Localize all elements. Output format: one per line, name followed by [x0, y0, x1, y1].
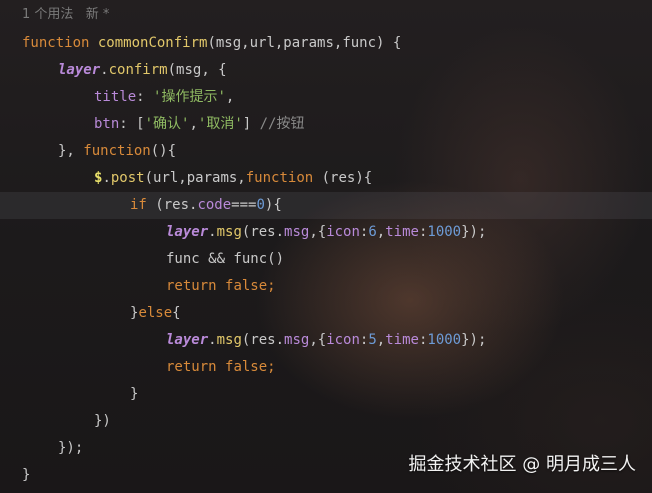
code-line-10: return false; — [166, 273, 276, 300]
code-line-13: return false; — [166, 354, 276, 381]
prop-time: time — [385, 332, 419, 348]
method-msg: msg — [216, 332, 242, 348]
keyword-function: function — [83, 143, 151, 159]
keyword-false: false — [225, 359, 268, 375]
args: (res. — [241, 332, 285, 348]
number: 5 — [368, 332, 377, 348]
dot: . — [208, 224, 217, 240]
statement: func && func() — [166, 251, 285, 267]
brace: }) — [94, 413, 111, 429]
paren: ){ — [264, 197, 282, 213]
layer-object: layer — [58, 62, 101, 78]
brace: } — [130, 386, 139, 402]
code-line-4: btn: ['确认','取消'] //按钮 — [94, 111, 304, 138]
keyword-return: return — [166, 359, 217, 375]
layer-object: layer — [166, 332, 209, 348]
brace: } — [22, 467, 31, 483]
code-line-14: } — [130, 381, 138, 408]
code-editor[interactable]: 1 个用法 新 * function commonConfirm(msg,url… — [0, 0, 652, 493]
operator: === — [231, 197, 257, 213]
colon: : [ — [119, 116, 145, 132]
expr: (res. — [146, 197, 198, 213]
string-title: '操作提示' — [153, 89, 226, 105]
code-line-1: function commonConfirm(msg,url,params,fu… — [22, 30, 401, 57]
prop-icon: icon — [326, 224, 360, 240]
args: (){ — [150, 143, 177, 159]
number: 1000 — [427, 224, 462, 240]
prop-code: code — [197, 197, 232, 213]
number: 6 — [368, 224, 377, 240]
prop-msg: msg — [284, 332, 310, 348]
keyword-if: if — [130, 197, 147, 213]
args: ,{ — [309, 224, 327, 240]
close: }); — [461, 332, 487, 348]
args: (url,params, — [144, 170, 246, 186]
dot: . — [100, 62, 109, 78]
code-line-8: layer.msg(res.msg,{icon:6,time:1000}); — [166, 219, 486, 246]
code-line-17: } — [22, 462, 30, 489]
code-line-7: if (res.code===0){ — [130, 192, 282, 219]
keyword-false: false — [225, 278, 268, 294]
string-cancel: '取消' — [197, 116, 243, 132]
semicolon: ; — [267, 359, 276, 375]
keyword-function: function — [245, 170, 314, 186]
comma: , — [225, 89, 235, 105]
code-line-3: title: '操作提示', — [94, 84, 234, 111]
keyword-function: function — [22, 35, 90, 51]
code-line-15: }) — [94, 408, 111, 435]
dot: . — [102, 170, 111, 186]
key-title: title — [94, 89, 137, 105]
args: ,{ — [309, 332, 327, 348]
prop-icon: icon — [326, 332, 360, 348]
number: 1000 — [427, 332, 462, 348]
number: 0 — [256, 197, 265, 213]
semicolon: ; — [267, 278, 276, 294]
code-line-6: $.post(url,params,function (res){ — [94, 165, 372, 192]
string-confirm: '确认' — [144, 116, 190, 132]
brace: }); — [58, 440, 84, 456]
comma: , — [189, 116, 198, 132]
brace: { — [172, 305, 181, 321]
args: (res){ — [313, 170, 373, 186]
key-btn: btn — [94, 116, 120, 132]
code-line-9: func && func() — [166, 246, 284, 273]
dot: . — [208, 332, 217, 348]
keyword-else: else — [138, 305, 173, 321]
close: }); — [461, 224, 487, 240]
args: (msg, { — [167, 62, 227, 78]
watermark: 掘金技术社区 @ 明月成三人 — [408, 454, 636, 475]
function-name: commonConfirm — [97, 35, 208, 51]
prop-msg: msg — [284, 224, 310, 240]
method-msg: msg — [216, 224, 242, 240]
keyword-return: return — [166, 278, 217, 294]
method-post: post — [110, 170, 145, 186]
brace: }, — [58, 143, 84, 159]
code-line-5: }, function(){ — [58, 138, 176, 165]
code-line-2: layer.confirm(msg, { — [58, 57, 227, 84]
code-line-11: }else{ — [130, 300, 181, 327]
code-line-12: layer.msg(res.msg,{icon:5,time:1000}); — [166, 327, 486, 354]
prop-time: time — [385, 224, 419, 240]
current-line-highlight — [0, 192, 652, 219]
method-confirm: confirm — [108, 62, 168, 78]
colon: : — [136, 89, 154, 105]
bracket: ] — [242, 116, 260, 132]
usage-hint[interactable]: 1 个用法 新 * — [22, 3, 109, 22]
params: (msg,url,params,func) { — [207, 35, 402, 51]
args: (res. — [241, 224, 285, 240]
comma: , — [376, 332, 386, 348]
comma: , — [376, 224, 386, 240]
code-line-16: }); — [58, 435, 83, 462]
layer-object: layer — [166, 224, 209, 240]
comment: //按钮 — [259, 116, 305, 132]
